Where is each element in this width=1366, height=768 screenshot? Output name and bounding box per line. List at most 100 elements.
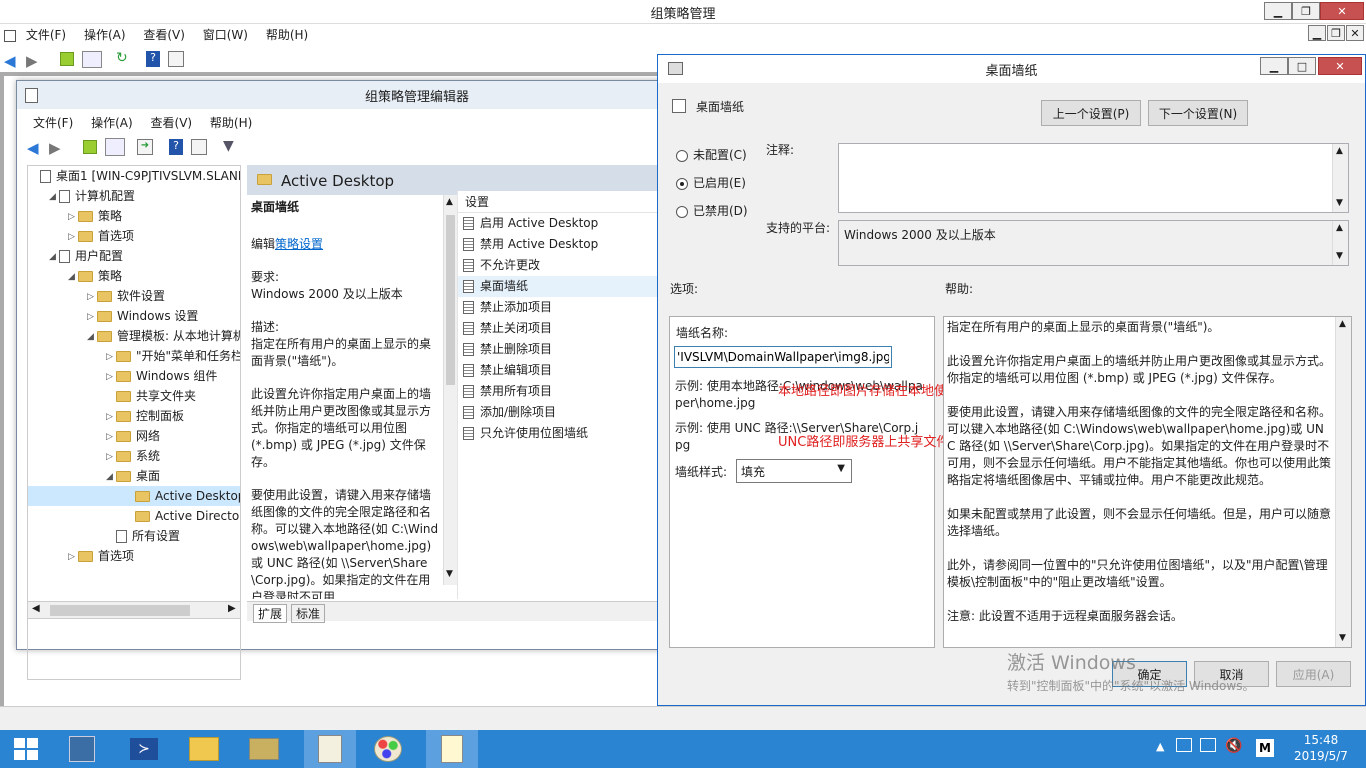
show-tree-icon[interactable] (105, 138, 125, 156)
expand-arrow-icon[interactable]: ▷ (106, 447, 116, 467)
setting-row[interactable]: 禁止添加项目 (458, 297, 675, 318)
tray-chevron-up-icon[interactable]: ▲ (1156, 740, 1164, 753)
filter-icon[interactable]: ▼ (223, 138, 234, 154)
expand-arrow-icon[interactable]: ◢ (49, 187, 59, 207)
wallpaper-path-input[interactable] (674, 346, 892, 368)
tree-node[interactable]: ◢ 管理模板: 从本地计算机F (28, 326, 240, 346)
comment-textarea[interactable]: ▲ ▼ (838, 143, 1349, 213)
expand-arrow-icon[interactable]: ▷ (87, 307, 97, 327)
tree-node[interactable]: 桌面1 [WIN-C9PJTIVSLVM.SLAND (28, 166, 240, 186)
forward-icon[interactable]: ▶ (26, 52, 38, 70)
wallpaper-style-select[interactable]: 填充 ▼ (736, 459, 852, 483)
menu-file[interactable]: 文件(F) (26, 26, 66, 44)
show-tree-icon[interactable] (82, 51, 102, 68)
editor-menu-action[interactable]: 操作(A) (91, 114, 133, 132)
dialog-maximize-button[interactable]: □ (1288, 57, 1316, 75)
notepad-taskbar-icon[interactable] (426, 730, 478, 768)
mdi-minimize-button[interactable]: ▁ (1308, 25, 1326, 41)
expand-arrow-icon[interactable]: ◢ (49, 247, 59, 267)
tree-node[interactable]: ▷ 策略 (28, 206, 240, 226)
menu-help[interactable]: 帮助(H) (266, 26, 308, 44)
file-explorer-taskbar-icon[interactable] (178, 730, 230, 768)
up-folder-icon[interactable] (83, 140, 97, 154)
expand-arrow-icon[interactable]: ◢ (87, 327, 97, 347)
apply-button[interactable]: 应用(A) (1276, 661, 1351, 687)
back-icon[interactable]: ◀ (4, 52, 16, 70)
tree-node[interactable]: ◢ 策略 (28, 266, 240, 286)
radio-not-configured[interactable]: 未配置(C) (676, 146, 747, 163)
expand-arrow-icon[interactable]: ◢ (68, 267, 78, 287)
tree-node[interactable]: 共享文件夹 (28, 386, 240, 406)
editor-menu-view[interactable]: 查看(V) (151, 114, 193, 132)
setting-row[interactable]: 桌面墙纸 (458, 276, 675, 297)
expand-arrow-icon[interactable]: ▷ (68, 207, 78, 227)
help-icon[interactable]: ? (146, 51, 160, 67)
clock[interactable]: 15:48 2019/5/7 (1285, 732, 1357, 764)
minimize-button[interactable]: ▁ (1264, 2, 1292, 20)
help-scrollbar[interactable]: ▲ ▼ (1335, 317, 1351, 647)
expand-arrow-icon[interactable]: ◢ (106, 467, 116, 487)
description-scrollbar[interactable]: ▲ ▼ (443, 195, 457, 585)
properties-icon[interactable] (168, 51, 184, 67)
tree-node[interactable]: ▷ 系统 (28, 446, 240, 466)
help-icon[interactable]: ? (169, 139, 183, 155)
setting-row[interactable]: 添加/删除项目 (458, 402, 675, 423)
setting-row[interactable]: 禁止删除项目 (458, 339, 675, 360)
tree-node[interactable]: ◢ 桌面 (28, 466, 240, 486)
expand-arrow-icon[interactable]: ▷ (87, 287, 97, 307)
setting-row[interactable]: 禁止关闭项目 (458, 318, 675, 339)
mdi-close-button[interactable]: ✕ (1346, 25, 1364, 41)
editor-menu-help[interactable]: 帮助(H) (210, 114, 252, 132)
setting-row[interactable]: 禁止编辑项目 (458, 360, 675, 381)
tree-node[interactable]: ▷ Windows 组件 (28, 366, 240, 386)
dialog-minimize-button[interactable]: ▁ (1260, 57, 1288, 75)
tree-node[interactable]: 所有设置 (28, 526, 240, 546)
tree-node[interactable]: Active Desktop (28, 486, 240, 506)
export-icon[interactable]: ➜ (137, 139, 153, 155)
settings-column-header[interactable]: 设置 (458, 191, 675, 213)
tree-node[interactable]: Active Directory (28, 506, 240, 526)
tree-node[interactable]: ▷ 软件设置 (28, 286, 240, 306)
radio-enabled[interactable]: 已启用(E) (676, 174, 746, 191)
tree-node[interactable]: ◢ 计算机配置 (28, 186, 240, 206)
mdi-restore-button[interactable]: ❐ (1327, 25, 1345, 41)
expand-arrow-icon[interactable]: ▷ (106, 347, 116, 367)
tree-node[interactable]: ▷ "开始"菜单和任务栏 (28, 346, 240, 366)
volume-icon[interactable]: 🔇 (1225, 738, 1242, 754)
back-icon[interactable]: ◀ (27, 139, 39, 157)
setting-row[interactable]: 启用 Active Desktop (458, 213, 675, 234)
setting-row[interactable]: 禁用所有项目 (458, 381, 675, 402)
forward-icon[interactable]: ▶ (49, 139, 61, 157)
action-center-icon[interactable] (1176, 738, 1192, 752)
tree-node[interactable]: ▷ 首选项 (28, 546, 240, 566)
expand-arrow-icon[interactable]: ▷ (68, 547, 78, 567)
start-button[interactable] (0, 730, 52, 768)
radio-disabled[interactable]: 已禁用(D) (676, 202, 748, 219)
policy-settings-link[interactable]: 策略设置 (275, 237, 323, 251)
dialog-close-button[interactable]: ✕ (1318, 57, 1362, 75)
tab-standard[interactable]: 标准 (291, 604, 326, 623)
network-icon[interactable] (1200, 738, 1216, 752)
expand-arrow-icon[interactable]: ▷ (106, 427, 116, 447)
setting-row[interactable]: 只允许使用位图墙纸 (458, 423, 675, 444)
menu-action[interactable]: 操作(A) (84, 26, 126, 44)
expand-arrow-icon[interactable]: ▷ (68, 227, 78, 247)
tree-node[interactable]: ▷ 控制面板 (28, 406, 240, 426)
menu-view[interactable]: 查看(V) (143, 26, 185, 44)
menu-window[interactable]: 窗口(W) (203, 26, 248, 44)
tree-node[interactable]: ▷ 网络 (28, 426, 240, 446)
setting-row[interactable]: 不允许更改 (458, 255, 675, 276)
tree-hscrollbar[interactable]: ◀ ▶ (27, 601, 241, 619)
previous-setting-button[interactable]: 上一个设置(P) (1041, 100, 1141, 126)
tree-node[interactable]: ▷ 首选项 (28, 226, 240, 246)
next-setting-button[interactable]: 下一个设置(N) (1148, 100, 1248, 126)
expand-arrow-icon[interactable]: ▷ (106, 367, 116, 387)
powershell-taskbar-icon[interactable]: ≻ (118, 730, 170, 768)
tree-node[interactable]: ◢ 用户配置 (28, 246, 240, 266)
refresh-icon[interactable]: ↻ (116, 50, 128, 66)
editor-menu-file[interactable]: 文件(F) (33, 114, 73, 132)
properties-icon[interactable] (191, 139, 207, 155)
server-manager-taskbar-icon[interactable] (56, 730, 108, 768)
gpmc-taskbar-icon[interactable] (304, 730, 356, 768)
ad-users-taskbar-icon[interactable] (238, 730, 290, 768)
